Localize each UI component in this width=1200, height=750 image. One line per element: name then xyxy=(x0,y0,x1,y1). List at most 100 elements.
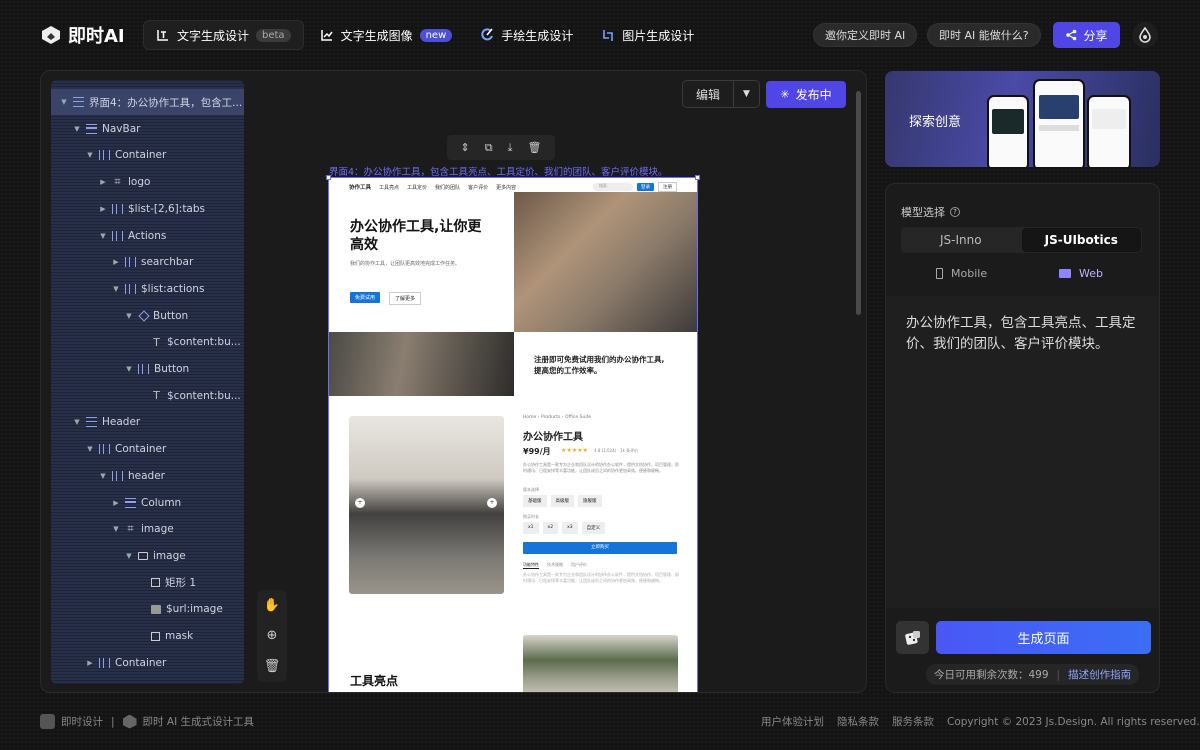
download-icon[interactable]: ⤓ xyxy=(508,141,513,155)
mock-tab: 功能特性 xyxy=(523,562,539,569)
edit-dropdown[interactable]: 编辑 ▼ xyxy=(682,80,760,108)
layer-row[interactable]: mask xyxy=(51,623,244,649)
tab-text-to-image[interactable]: 文字生成图像 new xyxy=(308,20,465,50)
layer-row[interactable]: ▼ Container xyxy=(51,436,244,462)
layer-row[interactable]: ▼ ⌗ image xyxy=(51,516,244,542)
footer-link-ux[interactable]: 用户体验计划 xyxy=(761,714,824,729)
help-icon[interactable]: ? xyxy=(950,207,960,217)
layer-col-icon xyxy=(99,657,110,668)
caret-icon[interactable]: ▼ xyxy=(111,525,121,533)
prompt-input[interactable]: 办公协作工具，包含工具亮点、工具定价、我们的团队、客户评价模块。 xyxy=(886,296,1159,608)
layer-row[interactable]: 矩形 1 xyxy=(51,570,244,596)
layer-row[interactable]: ▶ $list-[2,6]:tabs xyxy=(51,196,244,222)
layer-row[interactable]: T $content:bu... xyxy=(51,383,244,409)
caret-icon[interactable]: ▼ xyxy=(111,285,121,293)
platform-mobile[interactable]: Mobile xyxy=(936,267,987,280)
layer-row[interactable]: ▼ 界面4：办公协作工具，包含工... xyxy=(51,89,244,115)
random-button[interactable] xyxy=(896,621,929,654)
resize-handle[interactable] xyxy=(695,175,700,180)
logo-icon xyxy=(42,26,60,44)
layer-row[interactable]: ▼ NavBar xyxy=(51,116,244,142)
layer-label: Actions xyxy=(128,229,167,242)
edit-label: 编辑 xyxy=(695,87,720,102)
align-icon[interactable]: ⇕ xyxy=(461,141,470,154)
layer-row[interactable]: ▶ Container xyxy=(51,650,244,676)
layer-label: Container xyxy=(115,443,167,456)
platform-web[interactable]: Web xyxy=(1059,267,1103,280)
publish-button[interactable]: ✳ 发布中 xyxy=(766,81,846,108)
layer-row[interactable]: ▶ Column xyxy=(51,490,244,516)
layer-text-icon: T xyxy=(153,389,160,403)
target-icon[interactable]: ⊕ xyxy=(267,628,278,643)
design-frame[interactable]: 协作工具 工具亮点 工具定价 我们的团队 客户评价 更多内容 搜索 登录 注册 … xyxy=(328,177,698,692)
mock-more-button: 了解更多 xyxy=(389,292,422,305)
model-selector: JS-Inno JS-UIbotics xyxy=(901,227,1142,253)
copy-icon[interactable]: ⧉ xyxy=(485,141,493,155)
footer-link-terms[interactable]: 服务条款 xyxy=(892,714,934,729)
layer-row[interactable]: ▼ Container xyxy=(51,142,244,168)
layer-row[interactable]: ▼ Button xyxy=(51,303,244,329)
generate-page-button[interactable]: 生成页面 xyxy=(936,621,1151,654)
caret-icon[interactable]: ▼ xyxy=(72,418,82,426)
trash-icon[interactable]: 🗑 xyxy=(528,141,542,154)
model-option-uibotics[interactable]: JS-UIbotics xyxy=(1021,228,1141,252)
tab-text-to-design[interactable]: 文字生成设计 beta xyxy=(143,20,304,50)
app-logo[interactable]: 即时AI xyxy=(40,22,125,48)
layer-row[interactable]: $url:image xyxy=(51,596,244,622)
mock-hero-desc: 我们的协作工具，让团队更高效地完成工作任务。 xyxy=(350,261,461,267)
footer-link-privacy[interactable]: 隐私条款 xyxy=(837,714,879,729)
mock-promo-line: 注册即可免费试用我们的办公协作工具, xyxy=(534,355,665,364)
layer-tree[interactable]: ▼ 界面4：办公协作工具，包含工... ▼ NavBar ▼ Container ▶ ⌗ log… xyxy=(51,80,244,684)
layer-label: header xyxy=(128,469,165,482)
mobile-icon xyxy=(936,268,943,279)
caret-icon[interactable]: ▶ xyxy=(98,205,108,213)
chevron-down-icon[interactable]: ▼ xyxy=(733,81,759,107)
model-option-inno[interactable]: JS-Inno xyxy=(901,227,1021,253)
footer-product[interactable]: 即时 AI 生成式设计工具 xyxy=(143,714,254,729)
caret-icon[interactable]: ▶ xyxy=(98,178,108,186)
tab-image-to-design[interactable]: 图片生成设计 xyxy=(589,20,706,50)
caret-icon[interactable]: ▼ xyxy=(59,98,69,106)
layer-col-icon xyxy=(112,470,123,481)
workspace-panel: ▼ 界面4：办公协作工具，包含工... ▼ NavBar ▼ Container ▶ ⌗ log… xyxy=(40,70,867,693)
layer-row[interactable]: ▼ Actions xyxy=(51,223,244,249)
trash-icon[interactable]: 🗑 xyxy=(264,659,281,674)
hand-icon[interactable]: ✋ xyxy=(264,598,280,613)
footer-brand[interactable]: 即时设计 xyxy=(61,714,103,729)
caret-icon[interactable]: ▶ xyxy=(111,258,121,266)
caret-icon[interactable]: ▼ xyxy=(72,125,82,133)
resize-handle[interactable] xyxy=(326,175,331,180)
layer-row[interactable]: ▶ searchbar xyxy=(51,249,244,275)
caret-icon[interactable]: ▼ xyxy=(124,312,134,320)
define-ai-button[interactable]: 邀你定义即时 AI xyxy=(813,23,918,47)
tab-label: 文字生成图像 xyxy=(340,28,413,43)
frame-title[interactable]: 界面4：办公协作工具，包含工具亮点、工具定价、我们的团队、客户评价模块。 xyxy=(329,164,668,178)
layer-row[interactable]: ▶ ⌗ logo xyxy=(51,169,244,195)
layer-label: $url:image xyxy=(166,603,223,616)
layer-label: image xyxy=(141,523,174,536)
caret-icon[interactable]: ▶ xyxy=(111,499,121,507)
layer-row[interactable]: ▼ $list:actions xyxy=(51,276,244,302)
caret-icon[interactable]: ▼ xyxy=(124,552,134,560)
layer-row[interactable]: ▼ image xyxy=(51,543,244,569)
caret-icon[interactable]: ▼ xyxy=(85,445,95,453)
what-can-ai-do-button[interactable]: 即时 AI 能做什么? xyxy=(927,23,1041,47)
drop-logo-icon xyxy=(1139,27,1151,43)
layer-row[interactable]: ▼ Header xyxy=(51,409,244,435)
caret-icon[interactable]: ▶ xyxy=(85,659,95,667)
guide-link[interactable]: 描述创作指南 xyxy=(1068,667,1131,682)
layer-row[interactable]: ▼ header xyxy=(51,463,244,489)
caret-icon[interactable]: ▼ xyxy=(85,151,95,159)
layer-row[interactable]: ▼ Button xyxy=(51,356,244,382)
caret-icon[interactable]: ▼ xyxy=(124,365,134,373)
tab-sketch-to-design[interactable]: 手绘生成设计 xyxy=(468,20,585,50)
canvas-scrollbar[interactable] xyxy=(856,91,861,315)
user-avatar[interactable] xyxy=(1132,22,1158,48)
layer-row[interactable]: T $content:bu... xyxy=(51,329,244,355)
share-button[interactable]: 分享 xyxy=(1053,22,1120,48)
layer-folder-icon xyxy=(138,551,148,560)
caret-icon[interactable]: ▼ xyxy=(98,472,108,480)
explore-banner[interactable]: 探索创意 xyxy=(885,71,1160,167)
caret-icon[interactable]: ▼ xyxy=(98,232,108,240)
layer-label: $content:bu... xyxy=(167,389,241,402)
